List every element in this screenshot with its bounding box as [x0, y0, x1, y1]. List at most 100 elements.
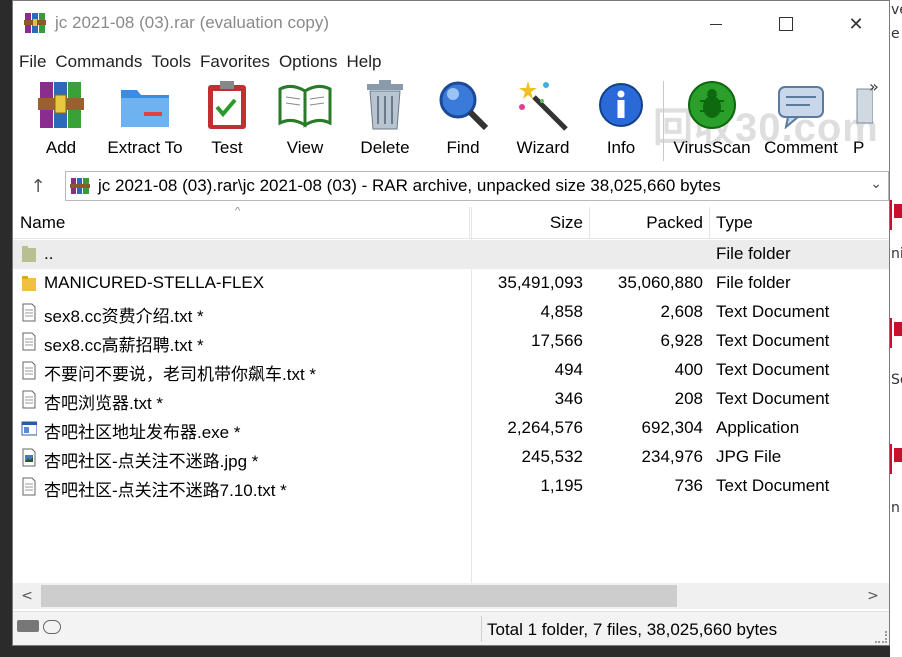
file-row[interactable]: sex8.cc高薪招聘.txt * 17,566 6,928 Text Docu… — [13, 327, 889, 356]
extract-to-button[interactable]: Extract To — [105, 77, 185, 163]
virusscan-button[interactable]: VirusScan — [673, 77, 751, 163]
background-text: n — [891, 500, 900, 516]
clipboard-check-icon — [208, 81, 246, 129]
find-label: Find — [446, 138, 480, 157]
file-row-parent[interactable]: .. File folder — [13, 240, 889, 269]
menu-tools[interactable]: Tools — [147, 49, 195, 75]
toolbar: 回收30.com Add Extract To Test View Delete… — [13, 77, 889, 165]
magnifier-icon — [439, 81, 489, 131]
arrow-up-icon: ↑ — [30, 175, 46, 197]
winrar-app-icon[interactable] — [23, 11, 47, 35]
file-name: 不要问不要说，老司机带你飙车.txt * — [44, 365, 317, 384]
scroll-left-icon[interactable]: < — [17, 586, 37, 606]
folder-icon — [22, 276, 36, 291]
chevron-down-icon[interactable]: ⌄ — [870, 176, 882, 192]
scroll-right-icon[interactable]: > — [863, 586, 883, 606]
info-button[interactable]: Info — [595, 77, 647, 163]
winrar-add-icon — [38, 82, 84, 128]
path-combobox[interactable]: jc 2021-08 (03).rar\jc 2021-08 (03) - RA… — [65, 171, 889, 201]
column-type-header[interactable]: Type — [716, 213, 753, 233]
virusscan-label: VirusScan — [673, 138, 751, 157]
view-button[interactable]: View — [277, 77, 333, 163]
view-label: View — [286, 138, 324, 157]
file-type: Text Document — [716, 302, 830, 321]
keyboard-icon[interactable] — [17, 620, 39, 632]
file-type: Application — [716, 418, 800, 437]
book-view-icon — [278, 84, 332, 128]
menu-commands[interactable]: Commands — [51, 49, 146, 75]
file-name: 杏吧社区-点关注不迷路7.10.txt * — [44, 481, 287, 500]
text-file-icon — [22, 303, 36, 322]
file-type: Text Document — [716, 331, 830, 350]
text-file-icon — [22, 332, 36, 351]
window-title: jc 2021-08 (03).rar (evaluation copy) — [55, 13, 330, 32]
file-row[interactable]: 杏吧浏览器.txt * 346 208 Text Document — [13, 385, 889, 414]
file-row[interactable]: 杏吧社区-点关注不迷路.jpg * 245,532 234,976 JPG Fi… — [13, 443, 889, 472]
toolbar-overflow-chevron-icon[interactable]: » — [869, 77, 879, 96]
virus-scan-icon — [688, 81, 736, 129]
wizard-button[interactable]: Wizard — [513, 77, 573, 163]
background-text: ve — [891, 2, 902, 18]
file-size: 494 — [554, 360, 583, 379]
delete-button[interactable]: Delete — [355, 77, 415, 163]
comment-icon — [778, 86, 824, 129]
image-file-icon — [22, 448, 36, 467]
sort-ascending-icon: ^ — [235, 207, 241, 217]
column-size-header[interactable]: Size — [550, 213, 583, 233]
text-file-icon — [22, 477, 36, 496]
menu-file[interactable]: File — [13, 49, 50, 75]
status-bar: Total 1 folder, 7 files, 38,025,660 byte… — [13, 611, 889, 645]
file-packed: 208 — [674, 389, 703, 408]
title-bar[interactable]: jc 2021-08 (03).rar (evaluation copy) ✕ — [13, 1, 889, 47]
file-type: Text Document — [716, 360, 830, 379]
file-row[interactable]: 杏吧社区地址发布器.exe * 2,264,576 692,304 Applic… — [13, 414, 889, 443]
comment-button[interactable]: Comment — [761, 77, 841, 163]
text-file-icon — [22, 390, 36, 409]
winrar-window: jc 2021-08 (03).rar (evaluation copy) ✕ … — [12, 0, 890, 646]
menu-help[interactable]: Help — [343, 49, 386, 75]
file-packed: 35,060,880 — [617, 273, 703, 292]
file-size: 1,195 — [540, 476, 583, 495]
column-packed-header[interactable]: Packed — [646, 213, 703, 233]
file-name: 杏吧社区-点关注不迷路.jpg * — [44, 452, 259, 471]
file-type: File folder — [716, 273, 791, 292]
test-button[interactable]: Test — [199, 77, 255, 163]
file-type: JPG File — [716, 447, 782, 466]
column-name-header[interactable]: Name — [20, 213, 65, 233]
menu-options[interactable]: Options — [275, 49, 342, 75]
horizontal-scrollbar[interactable]: < > — [13, 583, 889, 609]
key-icon[interactable] — [43, 620, 61, 634]
file-name: sex8.cc资费介绍.txt * — [44, 307, 204, 326]
test-label: Test — [211, 138, 243, 157]
file-type: File folder — [716, 244, 791, 263]
add-button[interactable]: Add — [31, 77, 91, 163]
extract-to-label: Extract To — [107, 138, 183, 157]
menu-favorites[interactable]: Favorites — [196, 49, 274, 75]
protect-label: P — [853, 138, 865, 157]
resize-grip-icon[interactable] — [875, 631, 887, 643]
background-window-peek: ve e nic Se n — [890, 0, 902, 657]
pdf-icon — [890, 318, 902, 348]
file-type: Text Document — [716, 389, 830, 408]
file-row[interactable]: sex8.cc资费介绍.txt * 4,858 2,608 Text Docum… — [13, 298, 889, 327]
status-summary: Total 1 folder, 7 files, 38,025,660 byte… — [487, 620, 778, 639]
toolbar-separator — [663, 81, 664, 161]
address-bar: ↑ jc 2021-08 (03).rar\jc 2021-08 (03) - … — [13, 167, 889, 205]
comment-label: Comment — [764, 138, 838, 157]
close-button[interactable]: ✕ — [821, 1, 891, 47]
info-icon — [599, 83, 643, 127]
minimize-button[interactable] — [681, 1, 751, 47]
file-row[interactable]: MANICURED-STELLA-FLEX 35,491,093 35,060,… — [13, 269, 889, 298]
maximize-button[interactable] — [751, 1, 821, 47]
find-button[interactable]: Find — [435, 77, 491, 163]
text-file-icon — [22, 361, 36, 380]
file-row[interactable]: 不要问不要说，老司机带你飙车.txt * 494 400 Text Docume… — [13, 356, 889, 385]
header-divider — [469, 207, 470, 239]
background-text: Se — [891, 372, 902, 388]
up-folder-button[interactable]: ↑ — [23, 173, 53, 199]
close-icon: ✕ — [848, 13, 864, 35]
file-row[interactable]: 杏吧社区-点关注不迷路7.10.txt * 1,195 736 Text Doc… — [13, 472, 889, 501]
pdf-icon — [890, 200, 902, 230]
info-label: Info — [606, 138, 636, 157]
scrollbar-thumb[interactable] — [41, 585, 677, 607]
